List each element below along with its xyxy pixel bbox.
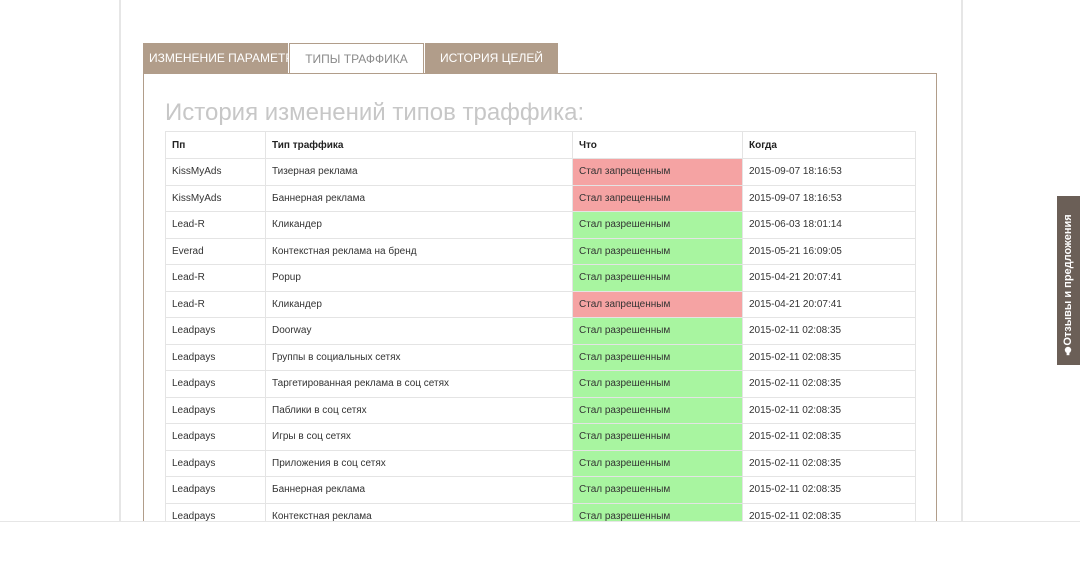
page-bottom-area (0, 522, 1080, 561)
cell-traffic-type: Кликандер (265, 211, 573, 239)
cell-pp: Leadpays (165, 476, 266, 504)
feedback-label: Отзывы и предложения (1062, 214, 1074, 346)
cell-when: 2015-09-07 18:16:53 (742, 158, 916, 186)
cell-what: Стал запрещенным (572, 158, 743, 186)
cell-traffic-type: Кликандер (265, 290, 573, 318)
cell-when: 2015-02-11 02:08:35 (742, 476, 916, 504)
cell-traffic-type: Паблики в соц сетях (265, 396, 573, 424)
feedback-widget[interactable]: Отзывы и предложения (1057, 196, 1080, 365)
cell-pp: Lead-R (165, 211, 266, 239)
tab-traffic-types[interactable]: ТИПЫ ТРАФФИКА (289, 43, 424, 74)
cell-traffic-type: Группы в социальных сетях (265, 343, 573, 371)
cell-pp: Lead-R (165, 264, 266, 292)
table-row: Leadpays Таргетированная реклама в соц се… (165, 370, 916, 398)
cell-traffic-type: Popup (265, 264, 573, 292)
cell-traffic-type: Игры в соц сетях (265, 423, 573, 451)
table-row: Everad Контекстная реклама на бренд Стал р… (165, 237, 916, 265)
cell-when: 2015-02-11 02:08:35 (742, 423, 916, 451)
cell-what: Стал разрешенным (572, 423, 743, 451)
cell-traffic-type: Баннерная реклама (265, 184, 573, 212)
tab-goals-history[interactable]: ИСТОРИЯ ЦЕЛЕЙ (425, 43, 558, 73)
cell-pp: Leadpays (165, 423, 266, 451)
cell-what: Стал разрешенным (572, 237, 743, 265)
cell-when: 2015-05-21 16:09:05 (742, 237, 916, 265)
cell-when: 2015-04-21 20:07:41 (742, 290, 916, 318)
table-header-row: Пп Тип траффика Что Когда (165, 131, 916, 159)
cell-when: 2015-02-11 02:08:35 (742, 343, 916, 371)
cell-what: Стал разрешенным (572, 476, 743, 504)
cell-pp: Leadpays (165, 449, 266, 477)
column-header-what: Что (572, 131, 743, 159)
cell-what: Стал разрешенным (572, 396, 743, 424)
cell-pp: Everad (165, 237, 266, 265)
table-row: Leadpays Игры в соц сетях Стал разрешенным… (165, 423, 916, 451)
cell-pp: Leadpays (165, 343, 266, 371)
cell-traffic-type: Баннерная реклама (265, 476, 573, 504)
column-header-when: Когда (742, 131, 916, 159)
column-header-pp: Пп (165, 131, 266, 159)
cell-traffic-type: Doorway (265, 317, 573, 345)
table-row: Leadpays Doorway Стал разрешенным 2015-02-1… (165, 317, 916, 345)
panel-title: История изменений типов траффика: (165, 99, 585, 126)
table-row: Lead-R Кликандер Стал запрещенным 2015-04-2… (165, 290, 916, 318)
cell-what: Стал запрещенным (572, 290, 743, 318)
cell-pp: Leadpays (165, 370, 266, 398)
cell-what: Стал запрещенным (572, 184, 743, 212)
cell-when: 2015-02-11 02:08:35 (742, 317, 916, 345)
cell-traffic-type: Контекстная реклама на бренд (265, 237, 573, 265)
table-row: Leadpays Группы в социальных сетях Стал ра… (165, 343, 916, 371)
cell-pp: KissMyAds (165, 158, 266, 186)
cell-pp: Leadpays (165, 396, 266, 424)
cell-when: 2015-02-11 02:08:35 (742, 396, 916, 424)
cell-traffic-type: Таргетированная реклама в соц сетях (265, 370, 573, 398)
cell-what: Стал разрешенным (572, 211, 743, 239)
cell-traffic-type: Тизерная реклама (265, 158, 573, 186)
table-row: Leadpays Баннерная реклама Стал разрешенны… (165, 476, 916, 504)
table-row: Leadpays Паблики в соц сетях Стал разрешен… (165, 396, 916, 424)
cell-when: 2015-09-07 18:16:53 (742, 184, 916, 212)
cell-pp: KissMyAds (165, 184, 266, 212)
cell-pp: Lead-R (165, 290, 266, 318)
tab-change-parameters[interactable]: ИЗМЕНЕНИЕ ПАРАМЕТРОВ (143, 43, 310, 73)
table-row: KissMyAds Тизерная реклама Стал запрещенны… (165, 158, 916, 186)
cell-when: 2015-02-11 02:08:35 (742, 449, 916, 477)
cell-what: Стал разрешенным (572, 343, 743, 371)
cell-traffic-type: Приложения в соц сетях (265, 449, 573, 477)
cell-pp: Leadpays (165, 317, 266, 345)
lightbulb-icon (1064, 346, 1072, 356)
tab-bar: ИЗМЕНЕНИЕ ПАРАМЕТРОВ ТИПЫ ТРАФФИКА ИСТОР… (143, 43, 559, 74)
cell-when: 2015-04-21 20:07:41 (742, 264, 916, 292)
cell-when: 2015-06-03 18:01:14 (742, 211, 916, 239)
column-header-traffic-type: Тип траффика (265, 131, 573, 159)
history-table: Пп Тип траффика Что Когда KissMyAds Тизер… (165, 131, 916, 530)
table-row: KissMyAds Баннерная реклама Стал запрещенн… (165, 184, 916, 212)
table-row: Lead-R Кликандер Стал разрешенным 2015-06-0… (165, 211, 916, 239)
table-row: Leadpays Приложения в соц сетях Стал разре… (165, 449, 916, 477)
cell-what: Стал разрешенным (572, 264, 743, 292)
table-row: Lead-R Popup Стал разрешенным 2015-04-21 20… (165, 264, 916, 292)
cell-what: Стал разрешенным (572, 449, 743, 477)
cell-what: Стал разрешенным (572, 370, 743, 398)
cell-what: Стал разрешенным (572, 317, 743, 345)
cell-when: 2015-02-11 02:08:35 (742, 370, 916, 398)
